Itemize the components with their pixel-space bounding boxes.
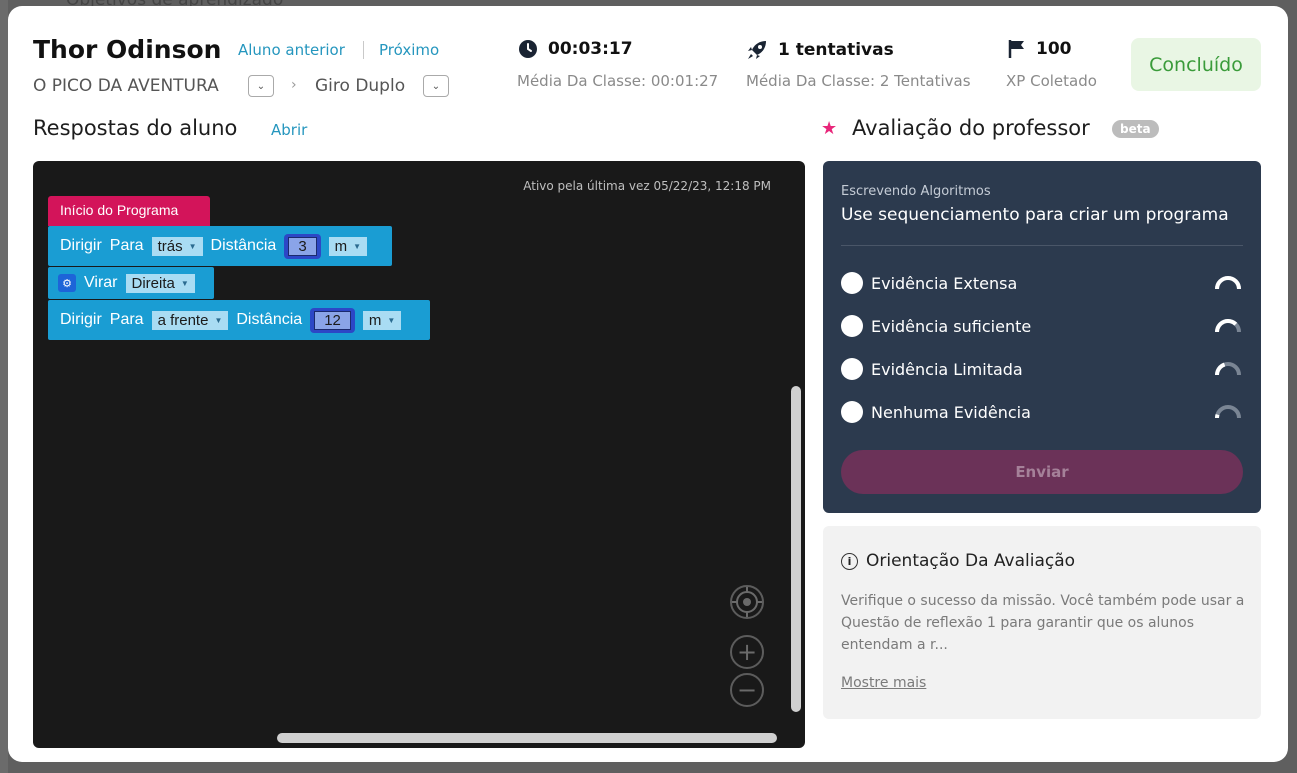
time-stat: 00:03:17 [518,39,633,59]
evidence-option[interactable]: Evidência suficiente [841,313,1241,339]
guidance-text: Verifique o sucesso da missão. Você tamb… [841,593,1245,653]
submit-evaluation-button[interactable]: Enviar [841,450,1243,494]
block-distance-label: Distância [236,311,303,328]
direction-dropdown[interactable]: a frente ▼ [151,310,229,330]
radio-button[interactable] [841,315,863,337]
xp-value: 100 [1036,39,1072,59]
rocket-icon [748,41,766,59]
time-value: 00:03:17 [548,39,633,59]
divider [841,245,1243,246]
recenter-crosshair-icon[interactable] [730,585,764,619]
dropdown-arrow-icon: ▼ [180,278,189,288]
attempts-stat: 1 tentativas [746,39,894,61]
status-badge: Concluído [1131,38,1261,91]
evidence-option[interactable]: Evidência Extensa [841,270,1241,296]
gauge-icon [1215,319,1241,333]
time-class-average: Média Da Classe: 00:01:27 [517,72,719,90]
evidence-option-label: Nenhuma Evidência [871,402,1031,422]
direction-dropdown[interactable]: trás ▼ [151,236,203,256]
clock-icon [519,40,537,58]
gauge-icon [1215,405,1241,419]
evidence-option-label: Evidência Limitada [871,359,1023,379]
distance-input-wrapper: 3 [284,233,321,259]
block-command-label: Dirigir [60,237,102,254]
guidance-title-text: Orientação Da Avaliação [866,551,1076,571]
radio-button[interactable] [841,272,863,294]
gauge-icon [1215,362,1241,376]
evaluation-category: Escrevendo Algoritmos [841,184,991,199]
previous-student-link[interactable]: Aluno anterior [238,41,345,59]
gear-icon[interactable]: ⚙ [58,274,76,292]
block-command-label: Virar [84,274,118,291]
block-distance-label: Distância [210,237,277,254]
attempts-value: 1 tentativas [778,40,894,60]
horizontal-scrollbar[interactable] [277,733,777,743]
guidance-title: i Orientação Da Avaliação [841,551,1075,571]
distance-input-wrapper: 12 [310,307,355,333]
block-command-label: Dirigir [60,311,102,328]
turn-direction-dropdown[interactable]: Direita ▼ [125,273,195,293]
drive-block[interactable]: Dirigir Para a frente ▼ Distância 12 m ▼ [48,300,430,340]
dropdown-arrow-icon: ▼ [353,241,362,251]
evidence-option[interactable]: Evidência Limitada [841,356,1241,382]
attempts-class-average: Média Da Classe: 2 Tentativas [746,72,971,90]
course-breadcrumb: O PICO DA AVENTURA [33,76,219,96]
next-student-link[interactable]: Próximo [379,41,439,59]
lesson-dropdown-button[interactable]: ⌄ [423,75,449,97]
radio-button[interactable] [841,358,863,380]
zoom-in-icon[interactable]: + [730,635,764,669]
dropdown-arrow-icon: ▼ [387,315,396,325]
zoom-out-icon[interactable]: − [730,673,764,707]
distance-input[interactable]: 12 [314,310,351,330]
chevron-down-icon: ⌄ [256,80,266,92]
backdrop-strip [0,0,8,773]
responses-title: Respostas do aluno [33,116,238,140]
vertical-scrollbar[interactable] [791,386,801,712]
breadcrumb-chevron-right-icon: › [291,77,297,93]
last-active-timestamp: Ativo pela última vez 05/22/23, 12:18 PM [523,179,771,193]
info-icon: i [841,552,858,570]
drive-block[interactable]: Dirigir Para trás ▼ Distância 3 m ▼ [48,226,392,266]
chevron-down-icon: ⌄ [431,80,441,92]
open-responses-link[interactable]: Abrir [271,121,307,139]
show-more-link[interactable]: Mostre mais [841,675,926,691]
code-workspace[interactable]: Ativo pela última vez 05/22/23, 12:18 PM… [33,161,805,748]
course-dropdown-button[interactable]: ⌄ [248,75,274,97]
gauge-icon [1215,276,1241,290]
evidence-option-label: Evidência Extensa [871,273,1018,293]
unit-dropdown[interactable]: m ▼ [362,310,402,330]
distance-input[interactable]: 3 [288,236,317,256]
dropdown-arrow-icon: ▼ [188,241,197,251]
lesson-breadcrumb: Giro Duplo [315,76,406,96]
evidence-option-label: Evidência suficiente [871,316,1032,336]
flag-icon [1008,40,1024,58]
unit-dropdown[interactable]: m ▼ [328,236,368,256]
block-direction-label: Para [109,237,144,254]
student-detail-modal: Thor Odinson Aluno anterior Próximo O PI… [8,6,1288,762]
xp-label: XP Coletado [1006,72,1097,90]
star-icon: ★ [821,118,838,139]
block-direction-label: Para [109,311,144,328]
teacher-evaluation-card: Escrevendo Algoritmos Use sequenciamento… [823,161,1261,513]
student-name: Thor Odinson [33,35,222,64]
evidence-option[interactable]: Nenhuma Evidência [841,399,1241,425]
nav-divider [363,41,364,59]
xp-stat: 100 [1008,39,1072,59]
radio-button[interactable] [841,401,863,423]
evaluation-description: Use sequenciamento para criar um program… [841,205,1229,225]
evaluation-guidance-card: i Orientação Da Avaliação Verifique o su… [823,526,1261,719]
evaluation-title: Avaliação do professor [852,116,1090,140]
program-start-block[interactable]: Início do Programa [48,196,210,226]
turn-block[interactable]: ⚙ Virar Direita ▼ [48,267,214,299]
dropdown-arrow-icon: ▼ [214,315,223,325]
beta-badge: beta [1112,120,1159,138]
